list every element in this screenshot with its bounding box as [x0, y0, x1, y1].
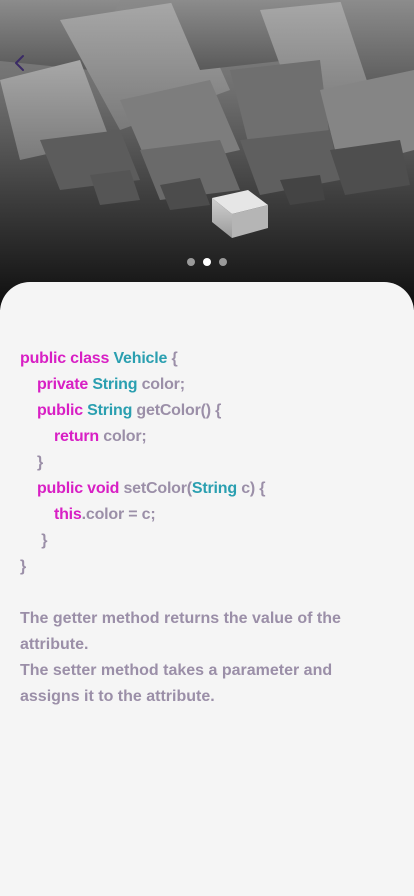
- chevron-left-icon: [15, 55, 24, 71]
- code-token: setColor(: [123, 480, 192, 497]
- code-token: String: [87, 402, 133, 419]
- code-token: }: [20, 454, 44, 471]
- code-token: String: [191, 480, 237, 497]
- page-dot-3[interactable]: [219, 258, 227, 266]
- page-dot-2-active[interactable]: [203, 258, 211, 266]
- code-line-1: public class Vehicle {: [20, 346, 265, 372]
- code-token: getColor() {: [132, 402, 222, 419]
- code-line-5: }: [20, 450, 265, 476]
- code-token: color;: [99, 428, 147, 445]
- code-line-3: public String getColor() {: [20, 398, 265, 424]
- code-token: private: [36, 376, 93, 393]
- code-token: }: [20, 532, 48, 549]
- code-token: color;: [137, 376, 185, 393]
- code-line-8: }: [20, 528, 265, 554]
- code-line-6: public void setColor(String c) {: [20, 476, 266, 502]
- code-token: public: [36, 402, 88, 419]
- code-token: }: [20, 558, 27, 575]
- code-line-9: }: [20, 554, 265, 580]
- hero-image[interactable]: [0, 0, 414, 310]
- setter-explanation: The setter method takes a parameter and …: [20, 662, 333, 705]
- code-line-4: return color;: [20, 424, 265, 450]
- getter-explanation: The getter method returns the value of t…: [20, 610, 341, 653]
- code-line-2: private String color;: [20, 372, 265, 398]
- code-token: String: [92, 376, 138, 393]
- code-token: Vehicle: [113, 350, 168, 367]
- page-dot-1[interactable]: [187, 258, 195, 266]
- explanation-text: The getter method returns the value of t…: [20, 606, 370, 710]
- code-token: return: [53, 428, 99, 445]
- code-token: c) {: [236, 480, 266, 497]
- code-snippet: public class Vehicle { private String co…: [20, 346, 266, 580]
- content-sheet: public class Vehicle { private String co…: [0, 282, 414, 896]
- back-button[interactable]: [12, 54, 40, 82]
- code-token: {: [167, 350, 178, 367]
- code-token: public void: [36, 480, 124, 497]
- page-indicator: [0, 258, 414, 266]
- code-token: public class: [20, 350, 114, 367]
- code-token: .color = c;: [81, 506, 156, 523]
- code-line-7: this.color = c;: [20, 502, 265, 528]
- code-token: this: [53, 506, 82, 523]
- lesson-screen: public class Vehicle { private String co…: [0, 0, 414, 896]
